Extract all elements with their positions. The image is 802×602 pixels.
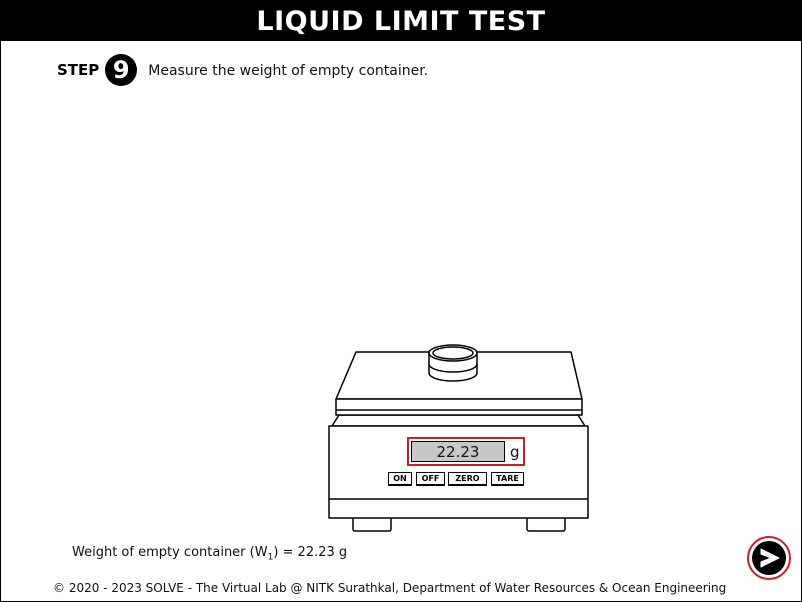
result-prefix: Weight of empty container (W — [72, 545, 268, 560]
balance-off-button[interactable]: OFF — [416, 472, 445, 486]
step-label: STEP — [57, 61, 100, 79]
balance-unit: g — [510, 442, 520, 461]
balance-zero-button[interactable]: ZERO — [448, 472, 487, 486]
weighing-balance — [328, 344, 589, 532]
title-bar: LIQUID LIMIT TEST — [1, 1, 801, 41]
result-text: Weight of empty container (W1) = 22.23 g — [72, 545, 347, 563]
balance-tare-button[interactable]: TARE — [491, 472, 524, 486]
balance-on-button[interactable]: ON — [388, 472, 412, 486]
next-button[interactable] — [746, 535, 792, 581]
balance-pan-edge — [335, 398, 583, 416]
step-instruction: Measure the weight of empty container. — [148, 63, 429, 79]
app-frame: LIQUID LIMIT TEST STEP 9 Measure the wei… — [0, 0, 802, 602]
empty-container — [428, 344, 478, 382]
result-suffix: ) = 22.23 g — [273, 545, 348, 560]
footer-copyright: © 2020 - 2023 SOLVE - The Virtual Lab @ … — [53, 581, 727, 595]
page-title: LIQUID LIMIT TEST — [256, 5, 546, 37]
balance-display: 22.23 — [411, 441, 505, 462]
balance-body-top — [331, 414, 586, 427]
next-arrow-icon — [747, 536, 791, 580]
step-header: STEP 9 Measure the weight of empty conta… — [57, 53, 428, 87]
step-number-badge: 9 — [105, 54, 138, 86]
